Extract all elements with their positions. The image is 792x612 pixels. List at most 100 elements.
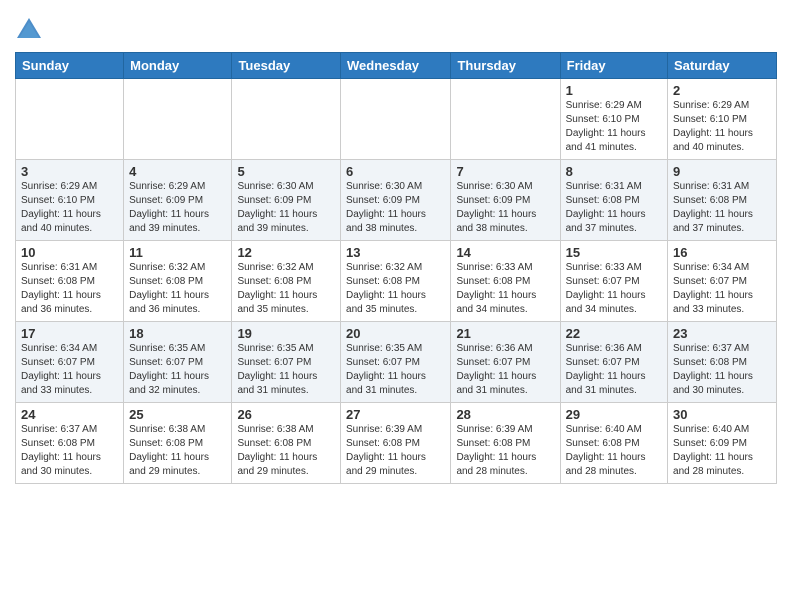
calendar-cell: 7Sunrise: 6:30 AMSunset: 6:09 PMDaylight…	[451, 160, 560, 241]
day-info: Sunrise: 6:40 AMSunset: 6:09 PMDaylight:…	[673, 423, 771, 479]
day-info: Sunrise: 6:34 AMSunset: 6:07 PMDaylight:…	[21, 342, 118, 398]
day-info: Sunrise: 6:32 AMSunset: 6:08 PMDaylight:…	[237, 261, 335, 317]
calendar-cell	[16, 79, 124, 160]
day-info: Sunrise: 6:29 AMSunset: 6:10 PMDaylight:…	[21, 180, 118, 236]
day-number: 5	[237, 164, 335, 179]
calendar-cell: 5Sunrise: 6:30 AMSunset: 6:09 PMDaylight…	[232, 160, 341, 241]
day-info: Sunrise: 6:31 AMSunset: 6:08 PMDaylight:…	[673, 180, 771, 236]
calendar-cell: 14Sunrise: 6:33 AMSunset: 6:08 PMDayligh…	[451, 241, 560, 322]
day-number: 30	[673, 407, 771, 422]
day-info: Sunrise: 6:37 AMSunset: 6:08 PMDaylight:…	[673, 342, 771, 398]
day-number: 23	[673, 326, 771, 341]
calendar-cell: 30Sunrise: 6:40 AMSunset: 6:09 PMDayligh…	[668, 403, 777, 484]
day-info: Sunrise: 6:29 AMSunset: 6:10 PMDaylight:…	[566, 99, 662, 155]
calendar-cell: 28Sunrise: 6:39 AMSunset: 6:08 PMDayligh…	[451, 403, 560, 484]
day-number: 7	[456, 164, 554, 179]
day-info: Sunrise: 6:38 AMSunset: 6:08 PMDaylight:…	[129, 423, 226, 479]
day-info: Sunrise: 6:37 AMSunset: 6:08 PMDaylight:…	[21, 423, 118, 479]
day-info: Sunrise: 6:30 AMSunset: 6:09 PMDaylight:…	[237, 180, 335, 236]
day-number: 20	[346, 326, 445, 341]
calendar-cell: 21Sunrise: 6:36 AMSunset: 6:07 PMDayligh…	[451, 322, 560, 403]
day-info: Sunrise: 6:39 AMSunset: 6:08 PMDaylight:…	[346, 423, 445, 479]
calendar-cell	[232, 79, 341, 160]
day-info: Sunrise: 6:38 AMSunset: 6:08 PMDaylight:…	[237, 423, 335, 479]
weekday-header-wednesday: Wednesday	[341, 53, 451, 79]
calendar-cell: 6Sunrise: 6:30 AMSunset: 6:09 PMDaylight…	[341, 160, 451, 241]
header	[15, 10, 777, 44]
logo-icon	[15, 16, 43, 44]
day-number: 9	[673, 164, 771, 179]
calendar-cell: 22Sunrise: 6:36 AMSunset: 6:07 PMDayligh…	[560, 322, 667, 403]
calendar-cell	[341, 79, 451, 160]
day-info: Sunrise: 6:29 AMSunset: 6:10 PMDaylight:…	[673, 99, 771, 155]
day-number: 26	[237, 407, 335, 422]
day-number: 3	[21, 164, 118, 179]
calendar-cell: 11Sunrise: 6:32 AMSunset: 6:08 PMDayligh…	[124, 241, 232, 322]
calendar-cell: 1Sunrise: 6:29 AMSunset: 6:10 PMDaylight…	[560, 79, 667, 160]
day-info: Sunrise: 6:34 AMSunset: 6:07 PMDaylight:…	[673, 261, 771, 317]
day-number: 24	[21, 407, 118, 422]
day-number: 11	[129, 245, 226, 260]
day-info: Sunrise: 6:39 AMSunset: 6:08 PMDaylight:…	[456, 423, 554, 479]
day-info: Sunrise: 6:35 AMSunset: 6:07 PMDaylight:…	[237, 342, 335, 398]
day-info: Sunrise: 6:36 AMSunset: 6:07 PMDaylight:…	[456, 342, 554, 398]
week-row-1: 1Sunrise: 6:29 AMSunset: 6:10 PMDaylight…	[16, 79, 777, 160]
day-number: 27	[346, 407, 445, 422]
calendar-cell: 12Sunrise: 6:32 AMSunset: 6:08 PMDayligh…	[232, 241, 341, 322]
calendar-cell: 20Sunrise: 6:35 AMSunset: 6:07 PMDayligh…	[341, 322, 451, 403]
week-row-4: 17Sunrise: 6:34 AMSunset: 6:07 PMDayligh…	[16, 322, 777, 403]
day-number: 4	[129, 164, 226, 179]
weekday-header-friday: Friday	[560, 53, 667, 79]
calendar-cell: 4Sunrise: 6:29 AMSunset: 6:09 PMDaylight…	[124, 160, 232, 241]
calendar-cell: 18Sunrise: 6:35 AMSunset: 6:07 PMDayligh…	[124, 322, 232, 403]
day-info: Sunrise: 6:30 AMSunset: 6:09 PMDaylight:…	[346, 180, 445, 236]
day-number: 15	[566, 245, 662, 260]
calendar-cell: 13Sunrise: 6:32 AMSunset: 6:08 PMDayligh…	[341, 241, 451, 322]
day-number: 28	[456, 407, 554, 422]
day-info: Sunrise: 6:36 AMSunset: 6:07 PMDaylight:…	[566, 342, 662, 398]
day-number: 22	[566, 326, 662, 341]
calendar-cell: 19Sunrise: 6:35 AMSunset: 6:07 PMDayligh…	[232, 322, 341, 403]
day-info: Sunrise: 6:33 AMSunset: 6:07 PMDaylight:…	[566, 261, 662, 317]
day-number: 8	[566, 164, 662, 179]
day-info: Sunrise: 6:35 AMSunset: 6:07 PMDaylight:…	[346, 342, 445, 398]
calendar-cell: 29Sunrise: 6:40 AMSunset: 6:08 PMDayligh…	[560, 403, 667, 484]
day-number: 29	[566, 407, 662, 422]
calendar-cell	[451, 79, 560, 160]
day-number: 14	[456, 245, 554, 260]
calendar-cell: 24Sunrise: 6:37 AMSunset: 6:08 PMDayligh…	[16, 403, 124, 484]
day-number: 18	[129, 326, 226, 341]
calendar-cell: 3Sunrise: 6:29 AMSunset: 6:10 PMDaylight…	[16, 160, 124, 241]
page: SundayMondayTuesdayWednesdayThursdayFrid…	[0, 0, 792, 499]
day-number: 2	[673, 83, 771, 98]
calendar-cell: 17Sunrise: 6:34 AMSunset: 6:07 PMDayligh…	[16, 322, 124, 403]
day-number: 21	[456, 326, 554, 341]
calendar-cell: 25Sunrise: 6:38 AMSunset: 6:08 PMDayligh…	[124, 403, 232, 484]
day-info: Sunrise: 6:31 AMSunset: 6:08 PMDaylight:…	[21, 261, 118, 317]
day-number: 6	[346, 164, 445, 179]
week-row-5: 24Sunrise: 6:37 AMSunset: 6:08 PMDayligh…	[16, 403, 777, 484]
day-info: Sunrise: 6:32 AMSunset: 6:08 PMDaylight:…	[346, 261, 445, 317]
weekday-header-tuesday: Tuesday	[232, 53, 341, 79]
day-info: Sunrise: 6:29 AMSunset: 6:09 PMDaylight:…	[129, 180, 226, 236]
weekday-header-row: SundayMondayTuesdayWednesdayThursdayFrid…	[16, 53, 777, 79]
calendar-cell: 8Sunrise: 6:31 AMSunset: 6:08 PMDaylight…	[560, 160, 667, 241]
calendar-cell: 2Sunrise: 6:29 AMSunset: 6:10 PMDaylight…	[668, 79, 777, 160]
logo	[15, 16, 46, 44]
day-number: 10	[21, 245, 118, 260]
weekday-header-thursday: Thursday	[451, 53, 560, 79]
calendar-cell: 9Sunrise: 6:31 AMSunset: 6:08 PMDaylight…	[668, 160, 777, 241]
day-number: 25	[129, 407, 226, 422]
calendar-cell: 15Sunrise: 6:33 AMSunset: 6:07 PMDayligh…	[560, 241, 667, 322]
week-row-3: 10Sunrise: 6:31 AMSunset: 6:08 PMDayligh…	[16, 241, 777, 322]
calendar-table: SundayMondayTuesdayWednesdayThursdayFrid…	[15, 52, 777, 484]
day-number: 13	[346, 245, 445, 260]
day-info: Sunrise: 6:32 AMSunset: 6:08 PMDaylight:…	[129, 261, 226, 317]
weekday-header-sunday: Sunday	[16, 53, 124, 79]
day-number: 17	[21, 326, 118, 341]
weekday-header-saturday: Saturday	[668, 53, 777, 79]
day-info: Sunrise: 6:35 AMSunset: 6:07 PMDaylight:…	[129, 342, 226, 398]
day-info: Sunrise: 6:30 AMSunset: 6:09 PMDaylight:…	[456, 180, 554, 236]
calendar-cell: 26Sunrise: 6:38 AMSunset: 6:08 PMDayligh…	[232, 403, 341, 484]
day-number: 16	[673, 245, 771, 260]
